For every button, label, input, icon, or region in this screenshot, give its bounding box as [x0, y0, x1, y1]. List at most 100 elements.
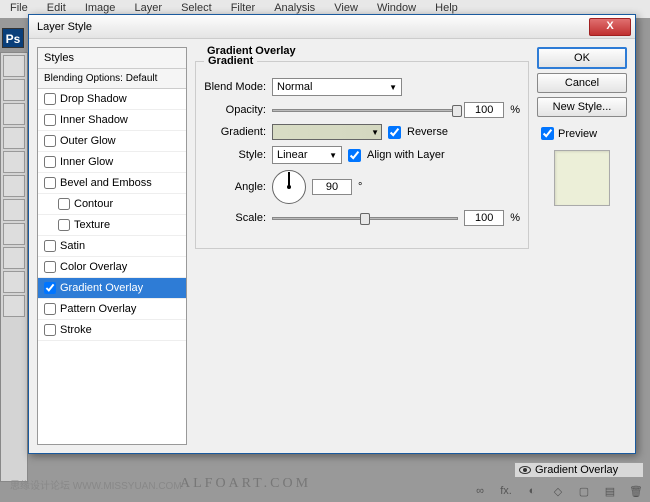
style-checkbox[interactable]	[44, 114, 56, 126]
settings-panel: Gradient Overlay Gradient Blend Mode: No…	[195, 47, 529, 445]
style-item-color-overlay[interactable]: Color Overlay	[38, 257, 186, 278]
tool-icon[interactable]	[3, 103, 25, 125]
scale-label: Scale:	[204, 212, 266, 224]
tool-icon[interactable]	[3, 55, 25, 77]
style-item-contour[interactable]: Contour	[38, 194, 186, 215]
style-item-outer-glow[interactable]: Outer Glow	[38, 131, 186, 152]
eye-icon[interactable]	[519, 466, 531, 474]
folder-icon[interactable]: ▢	[576, 485, 592, 498]
align-checkbox[interactable]	[348, 149, 361, 162]
blend-mode-label: Blend Mode:	[204, 81, 266, 93]
tool-icon[interactable]	[3, 271, 25, 293]
angle-label: Angle:	[204, 181, 266, 193]
tool-icon[interactable]	[3, 151, 25, 173]
chevron-down-icon: ▼	[389, 83, 397, 92]
style-checkbox[interactable]	[44, 93, 56, 105]
mask-icon[interactable]: ◐	[524, 485, 540, 498]
reverse-label: Reverse	[407, 126, 448, 138]
new-style-button[interactable]: New Style...	[537, 97, 627, 117]
tools-toolbar	[0, 52, 28, 482]
layer-effect-row[interactable]: Gradient Overlay	[514, 462, 644, 478]
tool-icon[interactable]	[3, 175, 25, 197]
style-checkbox[interactable]	[44, 156, 56, 168]
percent-unit: %	[510, 104, 520, 116]
styles-header[interactable]: Styles	[38, 48, 186, 69]
style-checkbox[interactable]	[44, 324, 56, 336]
preview-checkbox[interactable]	[541, 127, 554, 140]
layers-panel-icons: ∞ fx. ◐ ◇ ▢ ▤ 🗑	[472, 485, 644, 498]
opacity-label: Opacity:	[204, 104, 266, 116]
percent-unit: %	[510, 212, 520, 224]
style-label: Satin	[60, 240, 85, 252]
degree-unit: °	[358, 181, 362, 193]
preview-label: Preview	[558, 128, 597, 140]
action-panel: OK Cancel New Style... Preview	[537, 47, 627, 445]
style-checkbox[interactable]	[44, 261, 56, 273]
style-checkbox[interactable]	[44, 177, 56, 189]
style-label: Color Overlay	[60, 261, 127, 273]
slider-thumb[interactable]	[452, 105, 462, 117]
chevron-down-icon: ▼	[371, 128, 379, 137]
opacity-input[interactable]	[464, 102, 504, 118]
tool-icon[interactable]	[3, 79, 25, 101]
opacity-slider[interactable]	[272, 109, 458, 112]
style-checkbox[interactable]	[58, 219, 70, 231]
fx-icon[interactable]: fx.	[498, 485, 514, 498]
tool-icon[interactable]	[3, 295, 25, 317]
style-label: Contour	[74, 198, 113, 210]
style-item-bevel-and-emboss[interactable]: Bevel and Emboss	[38, 173, 186, 194]
new-layer-icon[interactable]: ▤	[602, 485, 618, 498]
reverse-checkbox[interactable]	[388, 126, 401, 139]
style-item-stroke[interactable]: Stroke	[38, 320, 186, 341]
style-item-pattern-overlay[interactable]: Pattern Overlay	[38, 299, 186, 320]
tool-icon[interactable]	[3, 199, 25, 221]
style-checkbox[interactable]	[58, 198, 70, 210]
style-label: Texture	[74, 219, 110, 231]
style-label: Stroke	[60, 324, 92, 336]
style-item-satin[interactable]: Satin	[38, 236, 186, 257]
slider-thumb[interactable]	[360, 213, 370, 225]
tool-icon[interactable]	[3, 223, 25, 245]
cancel-button[interactable]: Cancel	[537, 73, 627, 93]
styles-list-panel: Styles Blending Options: Default Drop Sh…	[37, 47, 187, 445]
layer-style-dialog: Layer Style X Styles Blending Options: D…	[28, 14, 636, 454]
style-label: Style:	[204, 149, 266, 161]
blending-options[interactable]: Blending Options: Default	[38, 69, 186, 89]
style-checkbox[interactable]	[44, 282, 56, 294]
trash-icon[interactable]: 🗑	[628, 485, 644, 498]
tool-icon[interactable]	[3, 247, 25, 269]
dialog-title: Layer Style	[37, 21, 589, 33]
style-label: Bevel and Emboss	[60, 177, 152, 189]
style-checkbox[interactable]	[44, 135, 56, 147]
close-button[interactable]: X	[589, 18, 631, 36]
style-label: Pattern Overlay	[60, 303, 136, 315]
style-label: Inner Shadow	[60, 114, 128, 126]
watermark-text: 思缘设计论坛 WWW.MISSYUAN.COM	[10, 477, 182, 492]
style-select[interactable]: Linear▼	[272, 146, 342, 164]
style-item-gradient-overlay[interactable]: Gradient Overlay	[38, 278, 186, 299]
tool-icon[interactable]	[3, 127, 25, 149]
gradient-picker[interactable]: ▼	[272, 124, 382, 140]
style-label: Inner Glow	[60, 156, 113, 168]
style-item-inner-glow[interactable]: Inner Glow	[38, 152, 186, 173]
scale-slider[interactable]	[272, 217, 458, 220]
layer-effect-label: Gradient Overlay	[535, 464, 618, 476]
gradient-label: Gradient:	[204, 126, 266, 138]
link-icon[interactable]: ∞	[472, 485, 488, 498]
style-label: Drop Shadow	[60, 93, 127, 105]
ok-button[interactable]: OK	[537, 47, 627, 69]
angle-input[interactable]	[312, 179, 352, 195]
blend-mode-select[interactable]: Normal▼	[272, 78, 402, 96]
style-item-inner-shadow[interactable]: Inner Shadow	[38, 110, 186, 131]
angle-dial[interactable]	[272, 170, 306, 204]
scale-input[interactable]	[464, 210, 504, 226]
style-item-texture[interactable]: Texture	[38, 215, 186, 236]
group-title: Gradient	[204, 55, 257, 67]
chevron-down-icon: ▼	[329, 151, 337, 160]
align-label: Align with Layer	[367, 149, 445, 161]
style-checkbox[interactable]	[44, 240, 56, 252]
style-checkbox[interactable]	[44, 303, 56, 315]
adjustment-icon[interactable]: ◇	[550, 485, 566, 498]
style-label: Outer Glow	[60, 135, 116, 147]
style-item-drop-shadow[interactable]: Drop Shadow	[38, 89, 186, 110]
